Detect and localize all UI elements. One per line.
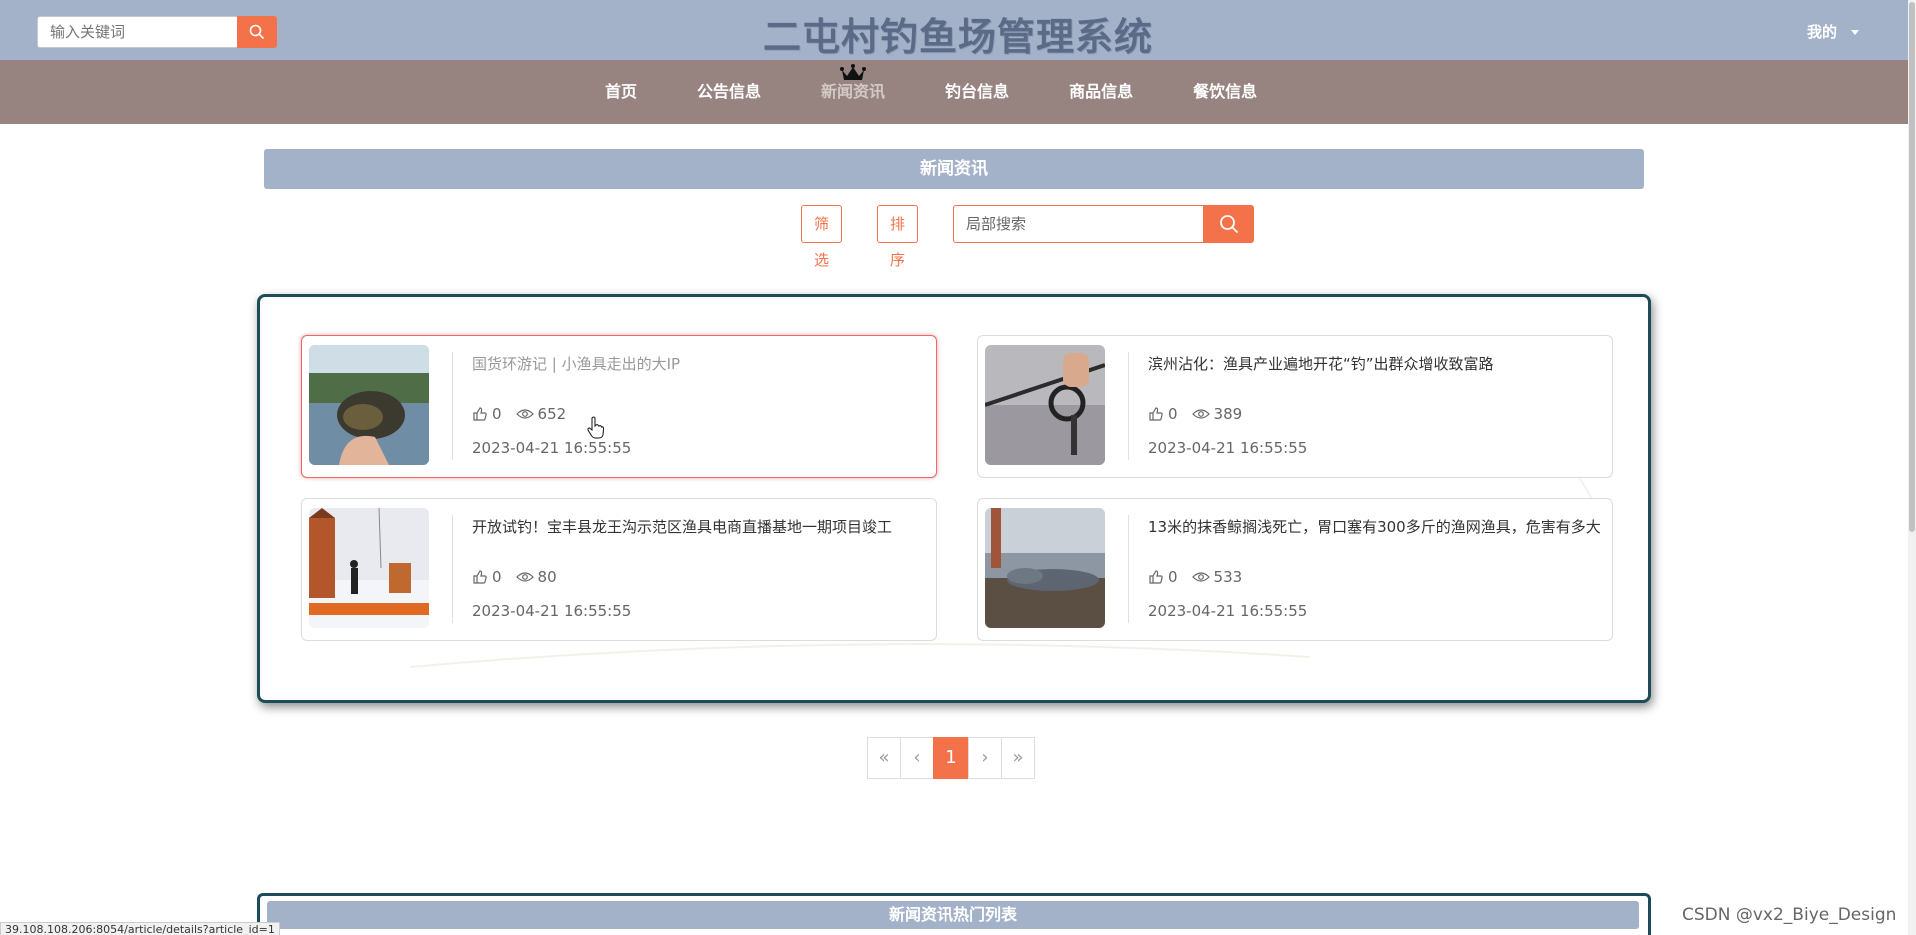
article-panel: 国货环游记 | 小渔具走出的大IP 0 652 2023-04-21 16:55… — [257, 294, 1651, 703]
sort-label: 排序 — [890, 215, 906, 269]
fishing-reel-photo — [985, 345, 1105, 465]
site-title: 二屯村钓鱼场管理系统 — [762, 14, 1153, 59]
thumbs-up-icon — [473, 407, 487, 421]
search-icon — [1219, 215, 1238, 234]
watermark: CSDN @vx2_Biye_Design — [1682, 905, 1897, 925]
view-stat: 652 — [515, 405, 567, 423]
filter-dropdown[interactable]: 筛选 — [801, 205, 843, 299]
nav-item[interactable]: 首页 — [575, 60, 667, 124]
caret-down-icon — [1851, 30, 1859, 35]
nav-item[interactable]: 商品信息 — [1039, 60, 1163, 124]
view-stat: 389 — [1191, 405, 1243, 423]
article-date: 2023-04-21 16:55:55 — [1148, 439, 1308, 457]
thumbs-up-icon — [473, 570, 487, 584]
nav-item-label: 商品信息 — [1069, 82, 1134, 101]
article-date: 2023-04-21 16:55:55 — [472, 602, 632, 620]
local-search-input[interactable]: 局部搜索 — [953, 205, 1203, 243]
view-stat: 533 — [1191, 568, 1243, 586]
sort-dropdown[interactable]: 排序 — [877, 205, 919, 299]
view-count: 80 — [537, 568, 557, 586]
article-stats: 0 533 — [1148, 568, 1242, 586]
article-card[interactable]: 开放试钓！宝丰县龙王沟示范区渔具电商直播基地一期项目竣工 0 80 2023-0… — [301, 498, 937, 641]
crown-icon — [840, 64, 867, 80]
article-stats: 0 80 — [472, 568, 557, 586]
nav-item-label: 首页 — [605, 82, 638, 101]
card-divider — [452, 352, 453, 460]
card-divider — [1128, 352, 1129, 460]
like-count: 0 — [492, 568, 502, 586]
article-thumbnail[interactable] — [309, 508, 429, 628]
scrollbar-thumb[interactable] — [1909, 2, 1915, 532]
hot-list-title: 新闻资讯热门列表 — [267, 901, 1639, 929]
pagination: « ‹ 1 › » — [867, 737, 1035, 779]
fish-photo — [309, 345, 429, 465]
nav-item-label: 餐饮信息 — [1193, 82, 1258, 101]
eye-icon — [1191, 572, 1210, 582]
user-menu-label: 我的 — [1806, 23, 1837, 41]
nav-item[interactable]: 餐饮信息 — [1163, 60, 1287, 124]
article-stats: 0 389 — [1148, 405, 1242, 423]
article-card[interactable]: 滨州沾化：渔具产业遍地开花“钓”出群众增收致富路 0 389 2023-04-2… — [977, 335, 1613, 478]
like-count: 0 — [492, 405, 502, 423]
main-nav: 首页 公告信息 新闻资讯 钓台信息 商品信息 餐饮信息 — [0, 60, 1916, 124]
article-title[interactable]: 滨州沾化：渔具产业遍地开花“钓”出群众增收致富路 — [1148, 353, 1614, 374]
card-divider — [1128, 515, 1129, 623]
first-page-button[interactable]: « — [867, 737, 901, 779]
next-page-button[interactable]: › — [968, 737, 1002, 779]
nav-items: 首页 公告信息 新闻资讯 钓台信息 商品信息 餐饮信息 — [575, 60, 1287, 124]
nav-item-label: 公告信息 — [697, 82, 762, 101]
page: 二屯村钓鱼场管理系统 我的 首页公告信息新闻资讯钓台信息商品信息餐饮信息 新闻资… — [0, 0, 1916, 935]
article-title[interactable]: 开放试钓！宝丰县龙王沟示范区渔具电商直播基地一期项目竣工 — [472, 516, 938, 537]
local-search-button[interactable] — [1203, 205, 1254, 243]
article-thumbnail[interactable] — [985, 345, 1105, 465]
like-count: 0 — [1168, 568, 1178, 586]
article-thumbnail[interactable] — [985, 508, 1105, 628]
eye-icon — [515, 572, 534, 582]
nav-item-label: 新闻资讯 — [821, 82, 886, 101]
nav-item[interactable]: 公告信息 — [667, 60, 791, 124]
hot-list-panel: 新闻资讯热门列表 — [257, 893, 1651, 935]
article-date: 2023-04-21 16:55:55 — [1148, 602, 1308, 620]
user-menu[interactable]: 我的 — [1807, 21, 1859, 42]
hand-cursor-icon — [587, 416, 605, 439]
top-header: 二屯村钓鱼场管理系统 我的 — [0, 0, 1916, 60]
snowy-pond-photo — [309, 508, 429, 628]
whale-beach-photo — [985, 508, 1105, 628]
eye-icon — [1191, 409, 1210, 419]
article-title[interactable]: 国货环游记 | 小渔具走出的大IP — [472, 353, 938, 374]
section-title: 新闻资讯 — [264, 149, 1644, 189]
article-card[interactable]: 13米的抹香鲸搁浅死亡，胃口塞有300多斤的渔网渔具，危害有多大 0 533 2… — [977, 498, 1613, 641]
view-stat: 80 — [515, 568, 557, 586]
nav-item[interactable]: 新闻资讯 — [791, 60, 915, 124]
page-scrollbar[interactable] — [1908, 0, 1916, 935]
article-title[interactable]: 13米的抹香鲸搁浅死亡，胃口塞有300多斤的渔网渔具，危害有多大 — [1148, 516, 1614, 537]
nav-item[interactable]: 钓台信息 — [915, 60, 1039, 124]
nav-item-label: 钓台信息 — [945, 82, 1010, 101]
last-page-button[interactable]: » — [1001, 737, 1035, 779]
page-number-button[interactable]: 1 — [933, 737, 969, 779]
article-date: 2023-04-21 16:55:55 — [472, 439, 632, 457]
view-count: 389 — [1213, 405, 1243, 423]
eye-icon — [515, 409, 534, 419]
card-divider — [452, 515, 453, 623]
like-count: 0 — [1168, 405, 1178, 423]
thumbs-up-icon — [1149, 570, 1163, 584]
status-bar-url: 39.108.108.206:8054/article/details?arti… — [0, 922, 280, 935]
article-card[interactable]: 国货环游记 | 小渔具走出的大IP 0 652 2023-04-21 16:55… — [301, 335, 937, 478]
thumbs-up-icon — [1149, 407, 1163, 421]
prev-page-button[interactable]: ‹ — [900, 737, 934, 779]
article-stats: 0 652 — [472, 405, 566, 423]
article-thumbnail[interactable] — [309, 345, 429, 465]
view-count: 652 — [537, 405, 567, 423]
filter-label: 筛选 — [814, 215, 830, 269]
view-count: 533 — [1213, 568, 1243, 586]
